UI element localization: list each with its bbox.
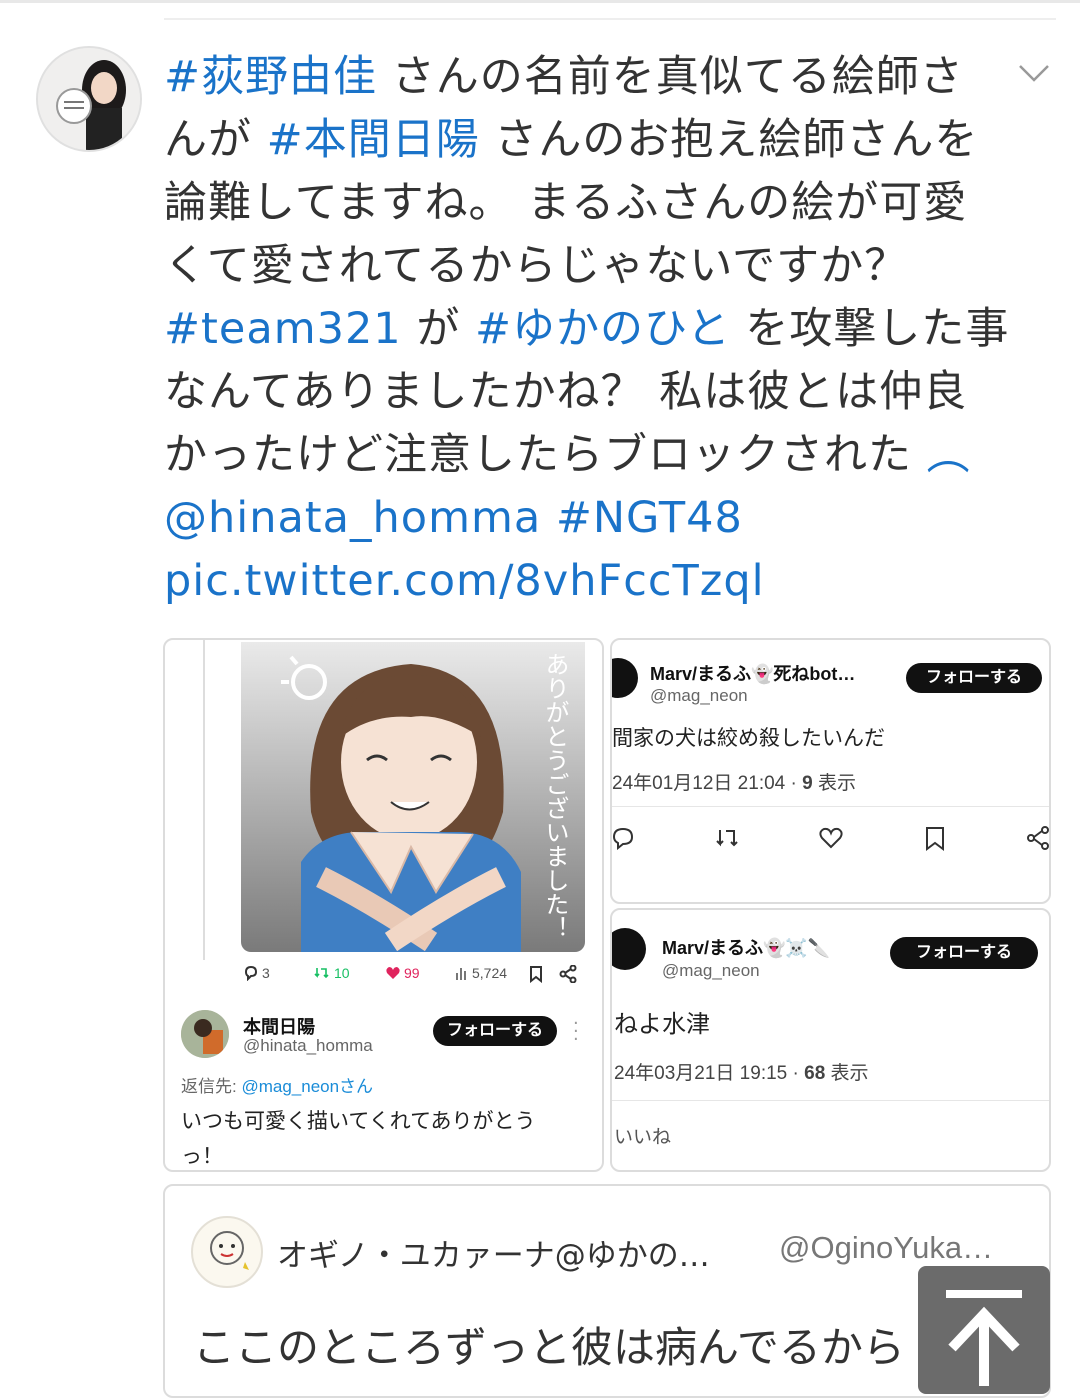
illustration-caption: ありがとうございました！: [541, 652, 569, 940]
views-stat[interactable]: 5,724: [455, 965, 507, 981]
tweet-segment: んが: [164, 115, 267, 165]
bookmark-icon[interactable]: [924, 826, 946, 852]
likes-label[interactable]: いいね: [614, 1122, 671, 1149]
quote-avatar-image: [210, 1231, 249, 1270]
reply-to-prefix: 返信先:: [181, 1077, 242, 1096]
follow-button[interactable]: フォローする: [433, 1016, 557, 1046]
tweet-link[interactable]: @hinata_homma #NGT48: [164, 493, 743, 543]
avatar[interactable]: [181, 1010, 229, 1058]
tweet-segment: が: [401, 304, 475, 354]
embedded-tweet-left[interactable]: ありがとうございました！ 3 10 99 5,724 本間日陽 @hinata_…: [163, 638, 604, 1172]
divider: [612, 806, 1049, 807]
tweet-segment: くて愛されてるからじゃないですか？: [164, 241, 909, 291]
tweet-link[interactable]: #team321: [164, 304, 402, 354]
embedded-tweet-right-bottom[interactable]: Marv/まるふ👻☠️🔪 @mag_neon フォローする ねよ水津 24年03…: [610, 908, 1051, 1172]
reply-icon: [244, 965, 258, 981]
views-count: 5,724: [472, 965, 508, 981]
tweet-link[interactable]: ︵: [912, 430, 971, 480]
quote-author-name[interactable]: オギノ・ユカァーナ@ゆかの…: [277, 1230, 710, 1275]
tweet-line: くて愛されてるからじゃないですか？: [164, 235, 1034, 298]
author-handle[interactable]: @hinata_homma: [243, 1036, 373, 1056]
tweet-meta: 24年03月21日 19:15 · 68 表示: [614, 1058, 869, 1085]
tweet-line: 論難してますね。 まるふさんの絵が可愛: [164, 172, 1034, 235]
embedded-tweet-right-top[interactable]: Marv/まるふ👻死ねbot… @mag_neon フォローする 間家の犬は絞め…: [610, 638, 1051, 904]
tweet-segment: なんてありましたかね？ 私は彼とは仲良: [164, 367, 968, 417]
quote-author-handle[interactable]: @OginoYuka…: [779, 1230, 993, 1266]
reply-stat[interactable]: 3: [243, 965, 270, 981]
more-icon[interactable]: · · ·: [573, 1015, 579, 1049]
retweet-stat[interactable]: 10: [313, 965, 350, 981]
views-label: 表示: [812, 773, 856, 794]
arrow-up-icon: [946, 1290, 1022, 1386]
like-count: 99: [404, 965, 420, 981]
avatar[interactable]: [36, 46, 142, 152]
retweet-icon: [314, 968, 329, 979]
tweet-line: pic.twitter.com/8vhFccTzql: [164, 550, 1034, 613]
author-avatar-image: [181, 1010, 229, 1058]
tweet-line: んが #本間日陽 さんのお抱え絵師さんを: [164, 109, 1034, 172]
tweet-line: #team321 が #ゆかのひと を攻撃した事: [164, 298, 1034, 361]
tweet-body: 間家の犬は絞め殺したいんだ: [612, 726, 885, 750]
reply-text-line2: っ！: [181, 1144, 223, 1168]
reply-to: 返信先: @mag_neonさん: [181, 1072, 373, 1097]
follow-button[interactable]: フォローする: [906, 663, 1042, 693]
author-handle[interactable]: @mag_neon: [650, 686, 748, 706]
reply-count: 3: [262, 965, 270, 981]
heart-icon: [386, 967, 400, 979]
tweet-segment: さんのお抱え絵師さんを: [479, 115, 979, 165]
tweet-line: @hinata_homma #NGT48: [164, 487, 1034, 550]
avatar[interactable]: [612, 658, 638, 698]
retweet-count: 10: [334, 965, 350, 981]
analytics-icon: [456, 968, 466, 980]
tweet-segment: 論難してますね。 まるふさんの絵が可愛: [164, 178, 968, 228]
tweet-date: 24年03月21日 19:15 ·: [614, 1063, 805, 1084]
reply-to-handle[interactable]: @mag_neonさん: [241, 1077, 373, 1096]
tweet-link[interactable]: #ゆかのひと: [475, 304, 731, 354]
views-count: 9: [802, 773, 813, 794]
share-icon[interactable]: [559, 965, 577, 983]
tweet-line: #荻野由佳 さんの名前を真似てる絵師さ: [164, 46, 1034, 109]
illustration-image[interactable]: ありがとうございました！: [241, 642, 585, 952]
tweet-link[interactable]: #荻野由佳: [164, 52, 377, 102]
like-stat[interactable]: 99: [385, 965, 420, 981]
author-name[interactable]: Marv/まるふ👻☠️🔪: [662, 934, 830, 960]
scroll-to-top-button[interactable]: [918, 1266, 1050, 1394]
author-handle[interactable]: @mag_neon: [662, 961, 760, 981]
tweet-segment: を攻撃した事: [730, 304, 1010, 354]
tweet-body: ねよ水津: [614, 1010, 710, 1038]
retweet-icon[interactable]: [714, 826, 742, 850]
avatar-image: [38, 48, 140, 150]
quote-text: ここのところずっと彼は病んでるから: [193, 1323, 905, 1372]
avatar[interactable]: [191, 1216, 263, 1288]
tweet-date: 24年01月12日 21:04 ·: [612, 773, 803, 794]
tweet-segment: かったけど注意したらブロックされた: [164, 430, 912, 480]
views-count: 68: [804, 1063, 826, 1084]
divider: [612, 1100, 1049, 1101]
top-divider: [0, 0, 1080, 3]
avatar[interactable]: [612, 928, 646, 970]
follow-button[interactable]: フォローする: [890, 937, 1038, 969]
thread-divider: [164, 18, 1056, 20]
author-name[interactable]: Marv/まるふ👻死ねbot…: [650, 660, 855, 686]
tweet-link[interactable]: pic.twitter.com/8vhFccTzql: [164, 556, 765, 606]
tweet-meta: 24年01月12日 21:04 · 9 表示: [612, 768, 856, 795]
tweet-line: なんてありましたかね？ 私は彼とは仲良: [164, 361, 1034, 424]
tweet-text: #荻野由佳 さんの名前を真似てる絵師さ んが #本間日陽 さんのお抱え絵師さんを論…: [164, 46, 1034, 613]
illustration-drawing: [281, 655, 521, 952]
thread-line: [203, 640, 205, 960]
tweet-line: かったけど注意したらブロックされた ︵: [164, 424, 1034, 487]
bookmark-icon[interactable]: [529, 965, 543, 983]
tweet-segment: さんの名前を真似てる絵師さ: [377, 52, 964, 102]
share-icon[interactable]: [1026, 826, 1050, 850]
views-label: 表示: [825, 1063, 869, 1084]
heart-icon[interactable]: [818, 826, 844, 850]
tweet-link[interactable]: #本間日陽: [267, 115, 480, 165]
reply-text-line1: いつも可愛く描いてくれてありがとう: [181, 1109, 536, 1133]
reply-icon[interactable]: [612, 826, 636, 850]
